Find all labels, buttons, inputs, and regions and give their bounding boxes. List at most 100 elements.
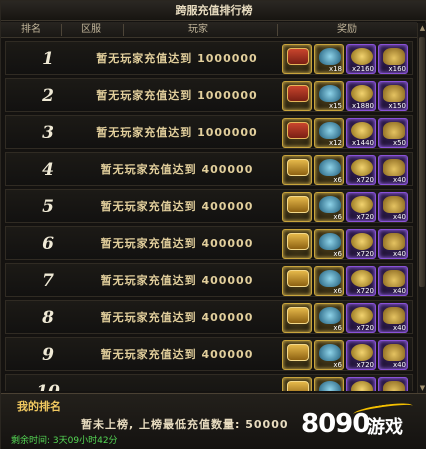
- gold-chest-icon: [287, 159, 309, 176]
- wing-item-icon: [319, 233, 341, 250]
- reward-slot[interactable]: [282, 303, 312, 333]
- reward-count: x40: [392, 361, 406, 369]
- rank-number: 4: [42, 160, 54, 180]
- reward-slot[interactable]: x720: [346, 266, 376, 296]
- reward-count: x1880: [352, 102, 374, 110]
- reward-slot[interactable]: [282, 118, 312, 148]
- scroll-up-arrow-icon[interactable]: ▲: [418, 23, 426, 33]
- reward-count: x720: [356, 213, 374, 221]
- timer-value: 3天09小时42分: [52, 436, 118, 446]
- reward-slot[interactable]: x6: [314, 303, 344, 333]
- reward-count: x40: [392, 250, 406, 258]
- reward-slot[interactable]: [282, 81, 312, 111]
- ranking-row: 2 暂无玩家充值达到 1000000 x15 x1880 x150: [5, 78, 413, 112]
- reward-slot[interactable]: x720: [346, 192, 376, 222]
- reward-count: x720: [356, 287, 374, 295]
- ranking-row: 8 暂无玩家充值达到 400000 x6 x720 x40: [5, 300, 413, 334]
- reward-slot[interactable]: x6: [314, 155, 344, 185]
- reward-slot[interactable]: x1880: [346, 81, 376, 111]
- wing-item-icon: [319, 159, 341, 176]
- my-rank-title: 我的排名: [17, 400, 61, 413]
- reward-slot[interactable]: x40: [378, 266, 408, 296]
- ranking-row: 4 暂无玩家充值达到 400000 x6 x720 x40: [5, 152, 413, 186]
- reward-slot[interactable]: [282, 44, 312, 74]
- gold-bag-icon: [383, 159, 405, 176]
- reward-count: x12: [328, 139, 342, 147]
- red-chest-icon: [287, 48, 309, 65]
- reward-count: x18: [328, 65, 342, 73]
- reward-slot[interactable]: x6: [314, 192, 344, 222]
- reward-slot[interactable]: x12: [314, 118, 344, 148]
- rank-number: 6: [42, 234, 54, 254]
- reward-slot[interactable]: x40: [378, 192, 408, 222]
- reward-slot[interactable]: [282, 155, 312, 185]
- ranking-window: 跨服充值排行榜 排名 区服 玩家 奖励 1 暂无玩家充值达到 1000000 x18…: [0, 0, 426, 449]
- rank-number: 3: [42, 123, 54, 143]
- rank-number: 8: [42, 308, 54, 328]
- wing-item-icon: [319, 196, 341, 213]
- reward-slot[interactable]: x6: [314, 340, 344, 370]
- window-title: 跨服充值排行榜: [175, 4, 253, 17]
- reward-slot[interactable]: [378, 377, 408, 391]
- gold-bag-icon: [383, 85, 405, 102]
- reward-slot[interactable]: [346, 377, 376, 391]
- reward-slot[interactable]: x40: [378, 155, 408, 185]
- reward-count: x40: [392, 176, 406, 184]
- rank-number: 5: [42, 197, 54, 217]
- ranking-list[interactable]: 1 暂无玩家充值达到 1000000 x18 x2160 x160 2 暂无玩家充值达到 1…: [5, 41, 413, 391]
- reward-slot[interactable]: x720: [346, 303, 376, 333]
- reward-slot[interactable]: x15: [314, 81, 344, 111]
- ranking-row: 5 暂无玩家充值达到 400000 x6 x720 x40: [5, 189, 413, 223]
- my-rank-info: 暂未上榜, 上榜最低充值数量: 50000: [81, 418, 289, 431]
- reward-slot[interactable]: x160: [378, 44, 408, 74]
- reward-slot[interactable]: x6: [314, 229, 344, 259]
- column-player: 玩家: [188, 24, 208, 35]
- gold-coin-icon: [351, 122, 373, 139]
- reward-slot[interactable]: x40: [378, 229, 408, 259]
- scroll-down-arrow-icon[interactable]: ▼: [418, 383, 426, 393]
- reward-slot[interactable]: x6: [314, 266, 344, 296]
- reward-slot[interactable]: x40: [378, 340, 408, 370]
- scrollbar[interactable]: ▲ ▼: [417, 23, 426, 393]
- gold-bag-icon: [383, 381, 405, 391]
- wing-item-icon: [319, 270, 341, 287]
- reward-count: x720: [356, 250, 374, 258]
- wing-item-icon: [319, 307, 341, 324]
- reward-slot[interactable]: [282, 229, 312, 259]
- gold-coin-icon: [351, 85, 373, 102]
- reward-slot[interactable]: x18: [314, 44, 344, 74]
- reward-count: x6: [333, 324, 342, 332]
- rank-requirement: 暂无玩家充值达到 400000: [100, 348, 254, 361]
- reward-slot[interactable]: [314, 377, 344, 391]
- timer-label: 剩余时间:: [11, 436, 51, 446]
- reward-slot[interactable]: x720: [346, 340, 376, 370]
- reward-slot[interactable]: x150: [378, 81, 408, 111]
- gold-coin-icon: [351, 344, 373, 361]
- rank-number: 7: [42, 271, 54, 291]
- rank-requirement: 暂无玩家充值达到 1000000: [96, 52, 258, 65]
- rank-number: 2: [42, 86, 54, 106]
- gold-bag-icon: [383, 196, 405, 213]
- gold-bag-icon: [383, 233, 405, 250]
- reward-slot[interactable]: [282, 192, 312, 222]
- reward-count: x40: [392, 213, 406, 221]
- reward-count: x40: [392, 324, 406, 332]
- gold-coin-icon: [351, 48, 373, 65]
- reward-count: x2160: [352, 65, 374, 73]
- gold-coin-icon: [351, 196, 373, 213]
- rank-requirement: 暂无玩家充值达到 400000: [100, 311, 254, 324]
- reward-slot[interactable]: [282, 340, 312, 370]
- window-title-bar: 跨服充值排行榜: [1, 1, 426, 21]
- gold-chest-icon: [287, 233, 309, 250]
- gold-coin-icon: [351, 159, 373, 176]
- scroll-thumb[interactable]: [419, 37, 425, 287]
- gold-coin-icon: [351, 381, 373, 391]
- reward-slot[interactable]: [282, 377, 312, 391]
- reward-slot[interactable]: [282, 266, 312, 296]
- reward-slot[interactable]: x1440: [346, 118, 376, 148]
- reward-slot[interactable]: x40: [378, 303, 408, 333]
- reward-slot[interactable]: x720: [346, 229, 376, 259]
- reward-slot[interactable]: x50: [378, 118, 408, 148]
- reward-slot[interactable]: x720: [346, 155, 376, 185]
- reward-slot[interactable]: x2160: [346, 44, 376, 74]
